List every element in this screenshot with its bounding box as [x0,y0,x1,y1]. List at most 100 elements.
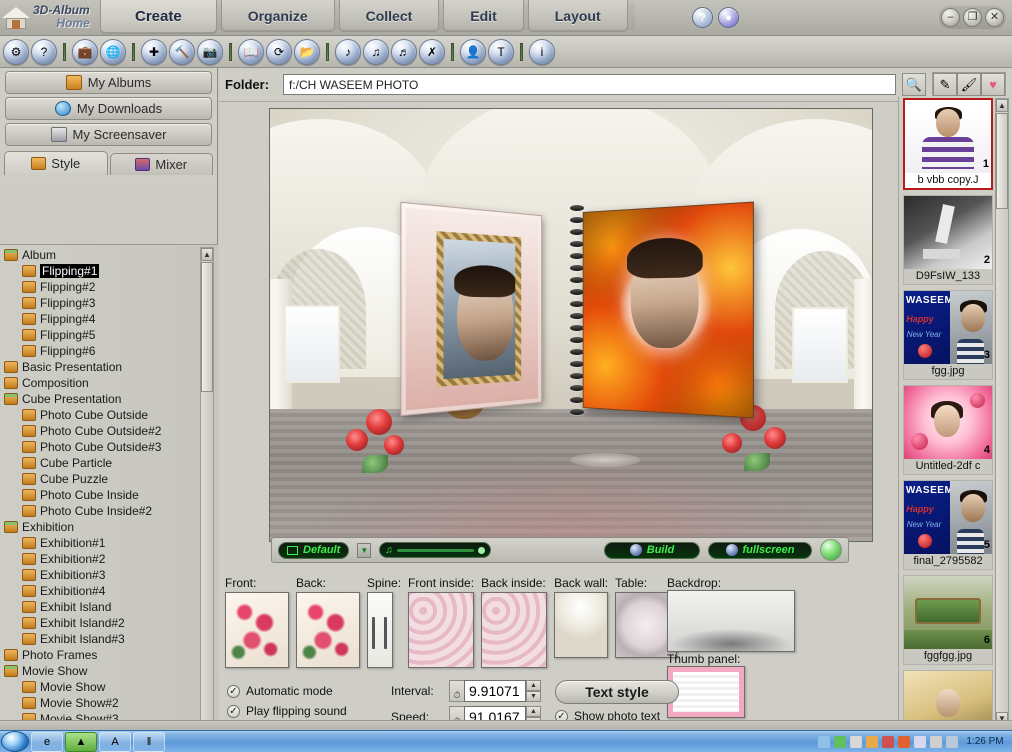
browse-magnifier-icon[interactable]: 🔍 [902,73,926,96]
speed-up-button[interactable]: ▲ [526,706,541,717]
taskbar-item-browser[interactable]: e [31,731,63,752]
hammer-tool-icon[interactable]: 🔨 [169,38,195,65]
tray-network-icon[interactable] [818,735,830,748]
tray-shield-icon[interactable] [834,735,846,748]
edit-pencil-icon[interactable]: ✎ [933,73,957,96]
tree-item-flipping-3[interactable]: Flipping#3 [0,295,200,311]
favorite-heart-icon[interactable]: ♥ [981,73,1005,96]
taskbar-item-acrobat[interactable]: A [99,731,131,752]
tree-item-exhibition-2[interactable]: Exhibition#2 [0,551,200,567]
tray-antivirus-icon[interactable] [898,735,910,748]
text-tool-icon[interactable]: T [488,38,514,65]
interval-input[interactable]: 9.91071 [464,680,526,702]
chevron-down-icon[interactable]: ▼ [357,542,372,558]
info-box-icon[interactable]: i [529,38,555,65]
paint-brush-icon[interactable]: 🖌 [957,73,981,96]
folder-path-input[interactable]: f:/CH WASEEM PHOTO [283,74,896,95]
back-cover-swatch[interactable] [296,592,360,668]
spine-swatch[interactable] [367,592,393,668]
taskbar-item-media[interactable]: ‖ [133,731,165,752]
play-green-button[interactable] [820,539,842,561]
my-downloads-button[interactable]: My Downloads [5,97,212,120]
music-add-icon[interactable]: ♫ [363,38,389,65]
tree-item-photo-frames[interactable]: Photo Frames [0,647,200,663]
thumbnail-item[interactable]: 4 Untitled-2df c [903,385,993,475]
tree-item-album[interactable]: Album [0,247,200,263]
thumb-scroll-thumb[interactable] [996,113,1008,209]
style-tree[interactable]: Album Flipping#1 Flipping#2 Flipping#3 Flipp… [0,244,218,752]
music-note-icon[interactable]: ♪ [335,38,361,65]
tray-update-icon[interactable] [866,735,878,748]
user-icon[interactable]: 👤 [460,38,486,65]
taskbar-clock[interactable]: 1:26 PM [962,736,1008,747]
globe-info-icon[interactable]: ● [718,7,739,28]
tree-item-flipping-4[interactable]: Flipping#4 [0,311,200,327]
windows-start-orb[interactable] [1,731,29,752]
my-albums-button[interactable]: My Albums [5,71,212,94]
tree-item-photo-cube-outside-2[interactable]: Photo Cube Outside#2 [0,423,200,439]
open-folder-icon[interactable]: 📂 [294,38,320,65]
build-button[interactable]: Build [604,541,700,559]
tree-item-flipping-5[interactable]: Flipping#5 [0,327,200,343]
settings-gear-icon[interactable]: ⚙ [3,38,29,65]
3d-scene-preview[interactable] [269,108,873,542]
tree-item-photo-cube-outside-3[interactable]: Photo Cube Outside#3 [0,439,200,455]
interval-stepper[interactable]: ⏱ 9.91071 ▲ ▼ [449,680,541,702]
interval-up-button[interactable]: ▲ [526,680,541,691]
tree-item-exhibition-3[interactable]: Exhibition#3 [0,567,200,583]
tree-scroll-thumb[interactable] [201,262,213,392]
tree-item-cube-particle[interactable]: Cube Particle [0,455,200,471]
backdrop-swatch[interactable] [667,590,795,652]
tree-item-movie-show[interactable]: Movie Show [0,663,200,679]
volume-slider-handle[interactable] [478,546,486,554]
front-cover-swatch[interactable] [225,592,289,668]
tree-item-photo-cube-inside[interactable]: Photo Cube Inside [0,487,200,503]
music-remove-icon[interactable]: ✗ [419,38,445,65]
taskbar-item-3dalbum[interactable]: ▲ [65,731,97,752]
automatic-mode-checkbox[interactable]: ✓ Automatic mode [227,684,377,698]
tab-mixer[interactable]: Mixer [109,153,213,175]
thumbnail-scrollbar[interactable]: ▲ ▼ [995,98,1009,726]
tree-item-exhibit-island-2[interactable]: Exhibit Island#2 [0,615,200,631]
move-arrows-icon[interactable]: ✚ [141,38,167,65]
tree-item-exhibit-island-3[interactable]: Exhibit Island#3 [0,631,200,647]
tree-item-movie-show-2[interactable]: Movie Show#2 [0,695,200,711]
tray-volume-icon[interactable] [946,735,958,748]
tray-printer-icon[interactable] [930,735,942,748]
text-style-button[interactable]: Text style [555,680,679,704]
thumbnail-item[interactable]: 6 fggfgg.jpg [903,575,993,665]
tree-scroll-up-arrow[interactable]: ▲ [201,248,213,261]
tray-battery-icon[interactable] [850,735,862,748]
tab-collect[interactable]: Collect [338,0,447,32]
back-wall-swatch[interactable] [554,592,609,658]
tray-trash-icon[interactable] [882,735,894,748]
tree-item-exhibition-1[interactable]: Exhibition#1 [0,535,200,551]
front-inside-swatch[interactable] [408,592,475,668]
restore-button[interactable]: ❐ [963,8,982,27]
play-flipping-sound-checkbox[interactable]: ✓ Play flipping sound [227,704,377,718]
question-mark-icon[interactable]: ? [692,7,713,28]
thumbnail-item[interactable]: WASEEM Happy New Year 3 fgg.jpg [903,290,993,380]
tree-item-photo-cube-outside[interactable]: Photo Cube Outside [0,407,200,423]
preset-dropdown[interactable]: Default [278,541,350,559]
tree-item-photo-cube-inside-2[interactable]: Photo Cube Inside#2 [0,503,200,519]
refresh-photo-icon[interactable]: ⟳ [266,38,292,65]
tree-item-flipping-1[interactable]: Flipping#1 [0,263,200,279]
tree-item-exhibition[interactable]: Exhibition [0,519,200,535]
thumb-scroll-up-arrow[interactable]: ▲ [996,99,1008,112]
book-save-icon[interactable]: 📖 [238,38,264,65]
tree-item-movie-show[interactable]: Movie Show [0,679,200,695]
interval-down-button[interactable]: ▼ [526,691,541,702]
music-list-icon[interactable]: ♬ [391,38,417,65]
tab-style[interactable]: Style [4,151,108,175]
minimize-button[interactable]: – [941,8,960,27]
tray-document-icon[interactable] [914,735,926,748]
tree-item-exhibition-4[interactable]: Exhibition#4 [0,583,200,599]
tab-organize[interactable]: Organize [220,0,342,32]
globe-icon[interactable]: 🌐 [100,38,126,65]
tree-scrollbar[interactable]: ▲ ▼ [200,247,214,752]
my-screensaver-button[interactable]: My Screensaver [5,123,212,146]
help-question-icon[interactable]: ? [31,38,57,65]
camera-icon[interactable]: 📷 [197,38,223,65]
tree-item-basic-presentation[interactable]: Basic Presentation [0,359,200,375]
